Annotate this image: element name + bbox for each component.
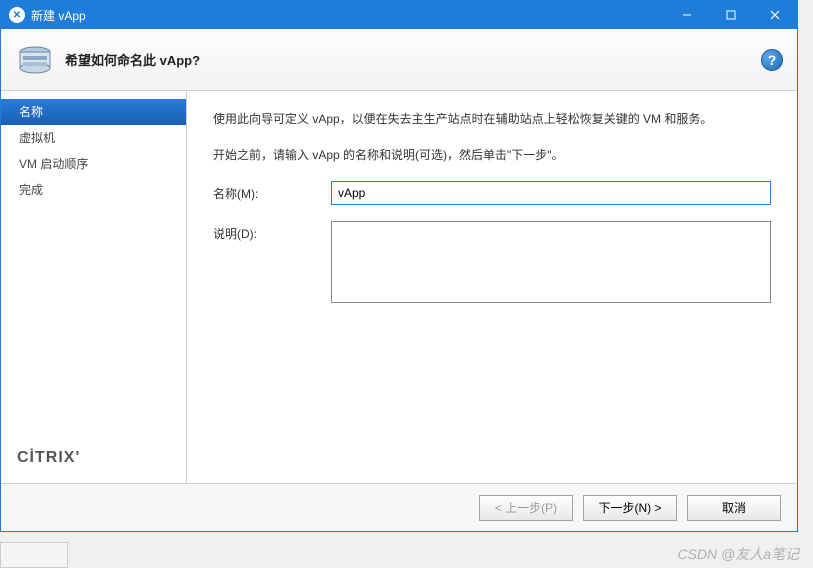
sidebar-item-startup[interactable]: VM 启动顺序 [1,151,186,177]
background-window-fragment [0,542,68,568]
sidebar-item-finish[interactable]: 完成 [1,177,186,203]
sidebar-item-name[interactable]: 名称 [1,99,186,125]
name-input[interactable] [331,181,771,205]
page-title: 希望如何命名此 vApp? [65,50,761,69]
instruction-text: 开始之前，请输入 vApp 的名称和说明(可选)，然后单击"下一步"。 [213,145,771,165]
cancel-button[interactable]: 取消 [687,495,781,521]
content-area: 名称 虚拟机 VM 启动顺序 完成 CİTRIX' 使用此向导可定义 vApp，… [1,91,797,483]
main-panel: 使用此向导可定义 vApp，以便在失去主生产站点时在辅助站点上轻松恢复关键的 V… [187,91,797,483]
button-bar: < 上一步(P) 下一步(N) > 取消 [1,483,797,531]
name-label: 名称(M): [213,181,331,202]
previous-button: < 上一步(P) [479,495,573,521]
window-title: 新建 vApp [31,7,665,24]
sidebar: 名称 虚拟机 VM 启动顺序 完成 CİTRIX' [1,91,187,483]
wizard-window: ✕ 新建 vApp 希望如何命名此 vApp? ? [0,0,798,532]
sidebar-item-vm[interactable]: 虚拟机 [1,125,186,151]
name-row: 名称(M): [213,181,771,205]
description-input[interactable] [331,221,771,303]
help-icon[interactable]: ? [761,49,783,71]
window-controls [665,1,797,29]
minimize-button[interactable] [665,1,709,29]
maximize-button[interactable] [709,1,753,29]
description-label: 说明(D): [213,221,331,242]
description-row: 说明(D): [213,221,771,303]
watermark: CSDN @友人a笔记 [677,544,799,564]
header-panel: 希望如何命名此 vApp? ? [1,29,797,91]
close-button[interactable] [753,1,797,29]
next-button[interactable]: 下一步(N) > [583,495,677,521]
intro-text: 使用此向导可定义 vApp，以便在失去主生产站点时在辅助站点上轻松恢复关键的 V… [213,109,771,129]
app-icon: ✕ [9,7,25,23]
titlebar: ✕ 新建 vApp [1,1,797,29]
citrix-logo: CİTRIX' [1,437,186,483]
vapp-icon [15,42,55,78]
